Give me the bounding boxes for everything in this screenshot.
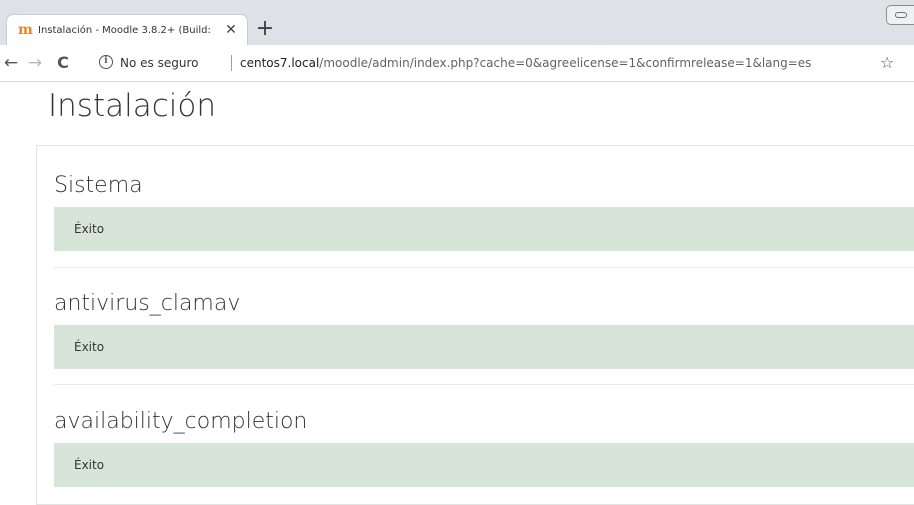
reload-icon[interactable]: C: [53, 53, 73, 73]
back-arrow-icon[interactable]: ←: [1, 53, 21, 73]
star-icon[interactable]: ☆: [877, 53, 897, 73]
forward-arrow-icon[interactable]: →: [25, 53, 45, 73]
moodle-favicon-icon: m: [18, 22, 33, 38]
browser-toolbar: ← → C i No es seguro centos7.local/moodl…: [0, 45, 914, 82]
browser-tab-strip: m Instalación - Moodle 3.8.2+ (Build: ✕ …: [0, 0, 914, 45]
browser-tab[interactable]: m Instalación - Moodle 3.8.2+ (Build: ✕: [6, 14, 248, 45]
section-title-antivirus-clamav: antivirus_clamav: [54, 291, 241, 316]
tab-title: Instalación - Moodle 3.8.2+ (Build:: [38, 25, 211, 36]
section-title-availability-completion: availability_completion: [54, 409, 308, 434]
section-title-sistema: Sistema: [54, 173, 143, 198]
url-host: centos7.local: [240, 56, 320, 70]
page-title: Instalación: [48, 88, 216, 124]
url-path: /moodle/admin/index.php?cache=0&agreelic…: [319, 56, 812, 70]
address-divider: [231, 55, 232, 71]
success-notification: Éxito: [54, 443, 914, 487]
address-bar[interactable]: centos7.local/moodle/admin/index.php?cac…: [240, 54, 860, 72]
success-notification: Éxito: [54, 325, 914, 369]
window-restore-icon: [895, 12, 907, 18]
plus-icon[interactable]: +: [255, 18, 275, 40]
not-secure-label[interactable]: No es seguro: [120, 54, 230, 72]
close-icon[interactable]: ✕: [223, 22, 239, 38]
section-divider: [54, 267, 914, 268]
window-restore-button[interactable]: [886, 5, 914, 25]
section-divider: [54, 384, 914, 385]
success-notification: Éxito: [54, 207, 914, 251]
info-icon[interactable]: i: [99, 55, 113, 69]
